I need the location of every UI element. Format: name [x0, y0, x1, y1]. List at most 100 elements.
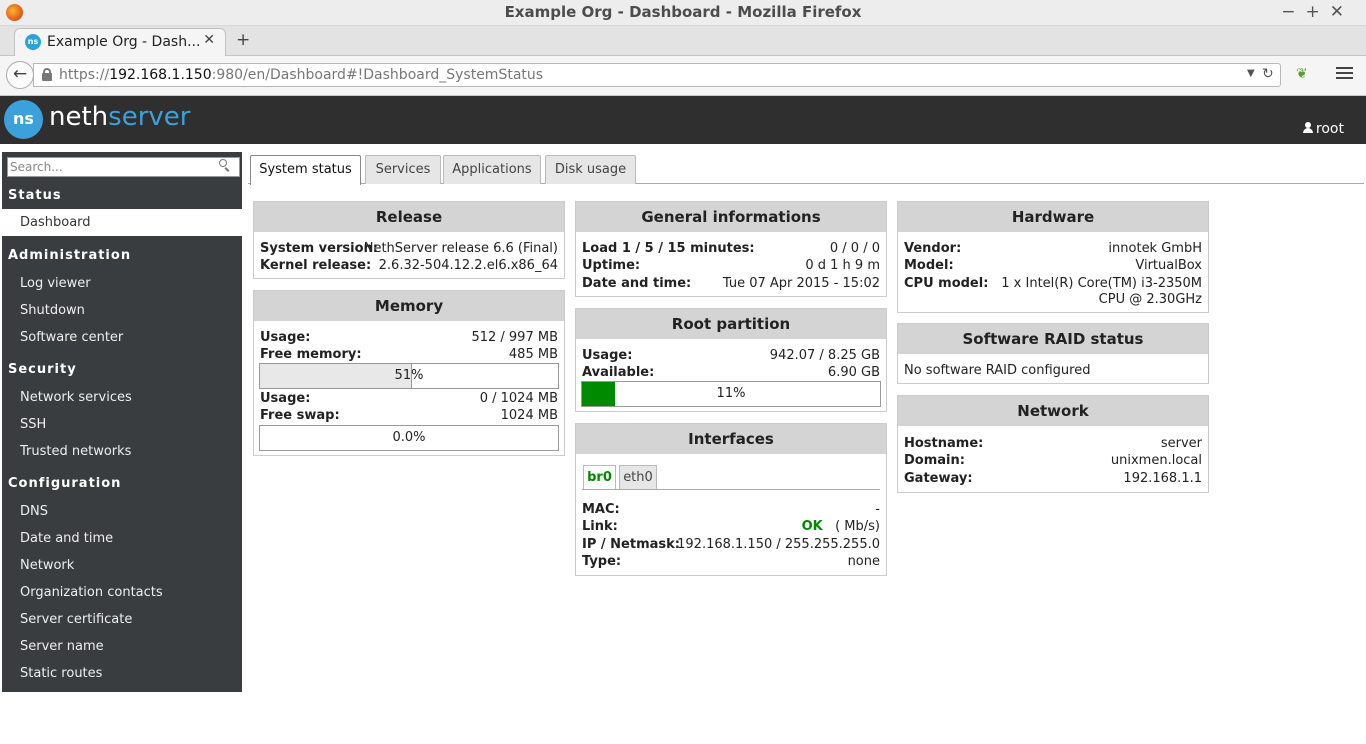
url-host: 192.168.1.150: [109, 67, 212, 83]
memory-title: Memory: [254, 291, 564, 321]
domain-value: unixmen.local: [1110, 453, 1202, 468]
swap-usage-label: Usage:: [260, 391, 311, 406]
sidebar-item-trusted-networks[interactable]: Trusted networks: [20, 444, 131, 459]
search-icon[interactable]: [219, 159, 230, 172]
nethserver-logo-icon[interactable]: ns: [4, 100, 43, 139]
brand-part-2: server: [108, 102, 191, 132]
tab-services[interactable]: Services: [365, 155, 441, 184]
browser-tab-title: Example Org - Dash...: [47, 34, 201, 50]
brand-name[interactable]: nethserver: [49, 102, 190, 132]
interfaces-title: Interfaces: [576, 424, 886, 454]
root-progress-bar: 11%: [581, 381, 881, 407]
sidebar-item-static-routes[interactable]: Static routes: [20, 666, 102, 681]
free-swap-label: Free swap:: [260, 408, 340, 423]
interface-tab-br0[interactable]: br0: [583, 465, 616, 489]
lock-icon[interactable]: [42, 68, 52, 81]
swap-usage-value: 0 / 1024 MB: [479, 391, 558, 406]
swap-progress-text: 0.0%: [392, 430, 426, 445]
network-panel: Network Hostname: server Domain: unixmen.l…: [897, 395, 1209, 493]
vendor-value: innotek GmbH: [1108, 241, 1202, 256]
window-title: Example Org - Dashboard - Mozilla Firefo…: [504, 3, 862, 21]
tab-system-status[interactable]: System status: [250, 155, 361, 185]
leaf-addon-icon[interactable]: ❦: [1296, 66, 1308, 82]
general-info-title: General informations: [576, 202, 886, 232]
gateway-label: Gateway:: [904, 471, 973, 486]
raid-title: Software RAID status: [898, 324, 1208, 354]
reload-icon[interactable]: ↻: [1262, 66, 1274, 82]
tab-disk-usage[interactable]: Disk usage: [545, 155, 636, 184]
new-tab-button[interactable]: +: [236, 30, 250, 50]
sidebar-item-server-name[interactable]: Server name: [20, 639, 104, 654]
type-value: none: [847, 554, 880, 569]
window-titlebar: Example Org - Dashboard - Mozilla Firefo…: [0, 0, 1366, 26]
sidebar-item-dns[interactable]: DNS: [20, 504, 48, 519]
memory-panel: Memory Usage: 512 / 997 MB Free memory: 48…: [253, 290, 565, 456]
link-status: OK: [801, 519, 823, 534]
ip-label: IP / Netmask:: [582, 537, 680, 552]
hardware-title: Hardware: [898, 202, 1208, 232]
user-menu[interactable]: root: [1302, 121, 1344, 137]
sidebar-item-software-center[interactable]: Software center: [20, 330, 123, 345]
browser-tab[interactable]: ns Example Org - Dash... ✕: [14, 28, 226, 56]
cpu-value-line1: 1 x Intel(R) Core(TM) i3-2350M: [1001, 276, 1202, 291]
free-swap-value: 1024 MB: [500, 408, 558, 423]
type-label: Type:: [582, 554, 622, 569]
firefox-logo-icon: [6, 4, 23, 21]
url-path: :980/en/Dashboard#!Dashboard_SystemStatu…: [211, 67, 544, 83]
search-input[interactable]: [8, 158, 208, 176]
link-speed: ( Mb/s): [835, 519, 880, 534]
root-partition-panel: Root partition Usage: 942.07 / 8.25 GB Av…: [575, 308, 887, 412]
back-button[interactable]: ←: [6, 61, 34, 89]
memory-usage-value: 512 / 997 MB: [471, 330, 558, 345]
mac-value: -: [875, 502, 880, 517]
url-scheme: https://: [59, 67, 110, 83]
hostname-value: server: [1160, 436, 1202, 451]
root-available-value: 6.90 GB: [827, 365, 880, 380]
nethserver-favicon-icon: ns: [25, 34, 41, 50]
user-icon: [1302, 122, 1313, 133]
sidebar-item-organization-contacts[interactable]: Organization contacts: [20, 585, 163, 600]
cpu-label: CPU model:: [904, 276, 989, 291]
sidebar-item-network-services[interactable]: Network services: [20, 390, 132, 405]
hostname-label: Hostname:: [904, 436, 984, 451]
load-value: 0 / 0 / 0: [829, 241, 880, 256]
root-available-label: Available:: [582, 365, 655, 380]
free-memory-label: Free memory:: [260, 347, 362, 362]
sidebar-item-log-viewer[interactable]: Log viewer: [20, 276, 91, 291]
root-usage-label: Usage:: [582, 348, 633, 363]
sidebar-item-ssh[interactable]: SSH: [20, 417, 46, 432]
raid-panel: Software RAID status No software RAID co…: [897, 323, 1209, 384]
raid-status: No software RAID configured: [904, 363, 1091, 378]
hamburger-menu-icon[interactable]: [1336, 67, 1353, 81]
swap-progress-bar: 0.0%: [259, 425, 559, 451]
root-partition-title: Root partition: [576, 309, 886, 339]
interface-tab-eth0[interactable]: eth0: [619, 465, 657, 489]
root-usage-value: 942.07 / 8.25 GB: [769, 348, 880, 363]
sidebar-item-server-certificate[interactable]: Server certificate: [20, 612, 132, 627]
domain-label: Domain:: [904, 453, 965, 468]
kernel-label: Kernel release:: [260, 258, 372, 273]
kernel-value: 2.6.32-504.12.2.el6.x86_64: [378, 258, 558, 273]
system-version-label: System version:: [260, 241, 378, 256]
gateway-value: 192.168.1.1: [1123, 471, 1202, 486]
sidebar-item-network[interactable]: Network: [20, 558, 74, 573]
sidebar-item-date-and-time[interactable]: Date and time: [20, 531, 113, 546]
url-text[interactable]: https://192.168.1.150:980/en/Dashboard#!…: [59, 67, 543, 83]
sidebar-item-shutdown[interactable]: Shutdown: [20, 303, 85, 318]
sidebar-item-dashboard-label[interactable]: Dashboard: [20, 215, 91, 230]
url-dropdown-icon[interactable]: ▼: [1247, 68, 1255, 79]
network-title: Network: [898, 396, 1208, 426]
nav-section-configuration: Configuration: [8, 476, 122, 491]
sidebar-search[interactable]: [7, 157, 240, 177]
model-value: VirtualBox: [1135, 258, 1202, 273]
uptime-value: 0 d 1 h 9 m: [805, 258, 880, 273]
datetime-label: Date and time:: [582, 276, 692, 291]
release-panel: Release System version: NethServer releas…: [253, 201, 565, 279]
nav-section-status: Status: [8, 188, 62, 203]
nav-section-security: Security: [8, 362, 77, 377]
cpu-value-line2: CPU @ 2.30GHz: [1098, 292, 1202, 307]
memory-usage-label: Usage:: [260, 330, 311, 345]
tab-applications[interactable]: Applications: [443, 155, 541, 184]
tab-close-icon[interactable]: ✕: [203, 32, 215, 48]
window-controls[interactable]: −+✕: [1281, 0, 1354, 25]
